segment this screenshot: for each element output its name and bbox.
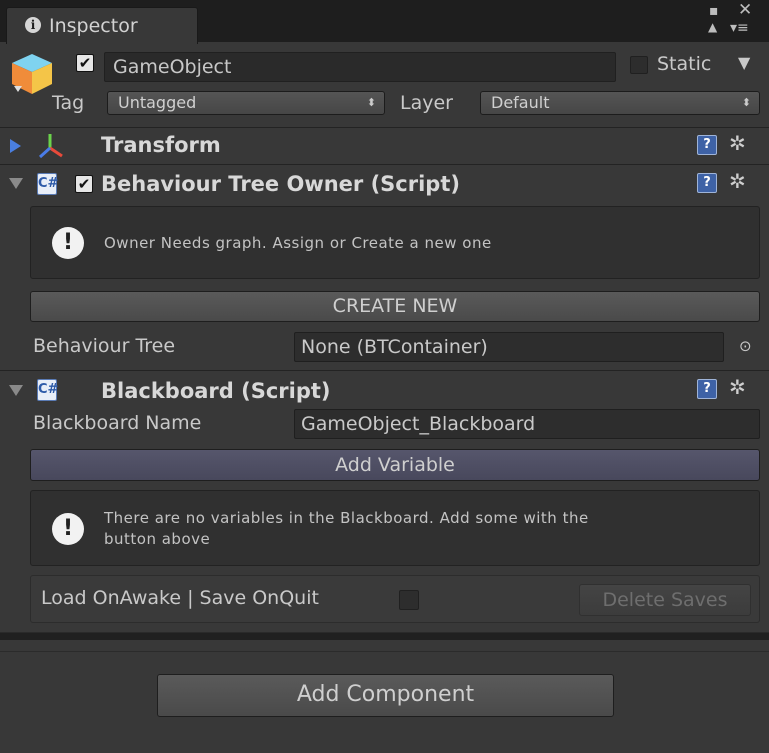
- add-variable-button[interactable]: Add Variable: [30, 449, 760, 481]
- help-box: ! Owner Needs graph. Assign or Create a …: [30, 206, 760, 279]
- close-icon[interactable]: ✕: [738, 0, 752, 20]
- static-checkbox[interactable]: [630, 56, 648, 74]
- info-icon: i: [25, 17, 41, 33]
- save-options-box: Load OnAwake | Save OnQuit Delete Saves: [30, 575, 760, 623]
- gameobject-cube-icon: [12, 54, 52, 94]
- lock-icon[interactable]: ▲: [708, 20, 717, 34]
- help-message: Owner Needs graph. Assign or Create a ne…: [104, 234, 492, 252]
- blackboard-component: C# Blackboard (Script) ? ✲ Blackboard Na…: [0, 371, 769, 629]
- divider: [0, 632, 769, 640]
- transform-title: Transform: [101, 133, 221, 157]
- chevron-updown-icon: ⬍: [741, 96, 751, 109]
- layer-label: Layer: [400, 92, 453, 114]
- tab-title: Inspector: [49, 15, 138, 37]
- component-enabled-checkbox[interactable]: ✔: [75, 175, 93, 193]
- static-dropdown-icon[interactable]: ▼: [738, 53, 750, 72]
- tab-inspector[interactable]: i Inspector: [6, 7, 198, 44]
- behaviour-tree-label: Behaviour Tree: [33, 335, 176, 357]
- foldout-expanded-icon[interactable]: [9, 178, 23, 189]
- foldout-collapsed-icon[interactable]: [10, 139, 21, 153]
- gameobject-name-field[interactable]: GameObject: [104, 52, 616, 82]
- warning-icon: !: [52, 513, 84, 545]
- help-icon[interactable]: ?: [697, 135, 717, 155]
- help-box: ! There are no variables in the Blackboa…: [30, 490, 760, 566]
- layer-dropdown[interactable]: Default ⬍: [480, 91, 760, 115]
- static-label: Static: [657, 53, 712, 75]
- behaviour-tree-owner-component: C# ✔ Behaviour Tree Owner (Script) ? ✲ !…: [0, 165, 769, 370]
- blackboard-title: Blackboard (Script): [101, 379, 331, 403]
- help-message-line-1: There are no variables in the Blackboard…: [104, 509, 589, 527]
- blackboard-name-field[interactable]: GameObject_Blackboard: [294, 409, 760, 439]
- context-menu-icon[interactable]: ▾≡: [730, 20, 749, 36]
- divider: [0, 651, 769, 652]
- delete-saves-button[interactable]: Delete Saves: [579, 584, 751, 616]
- gear-icon[interactable]: ✲: [729, 375, 746, 399]
- warning-icon: !: [52, 227, 84, 259]
- object-picker-icon[interactable]: ⊙: [739, 337, 752, 355]
- tab-bar: i Inspector ▪ ✕ ▲ ▾≡: [0, 0, 769, 44]
- bt-owner-title: Behaviour Tree Owner (Script): [101, 172, 460, 196]
- active-checkbox[interactable]: ✔: [76, 54, 94, 72]
- layer-value: Default: [491, 93, 550, 112]
- foldout-expanded-icon[interactable]: [9, 385, 23, 396]
- csharp-script-icon: C#: [37, 379, 58, 401]
- transform-component: Transform ? ✲: [0, 128, 769, 164]
- csharp-script-icon: C#: [37, 173, 58, 195]
- load-save-checkbox[interactable]: [399, 590, 419, 610]
- add-component-button[interactable]: Add Component: [157, 674, 614, 717]
- tag-value: Untagged: [118, 93, 197, 112]
- create-new-button[interactable]: CREATE NEW: [30, 291, 760, 322]
- tag-dropdown[interactable]: Untagged ⬍: [107, 91, 385, 115]
- help-message-line-2: button above: [104, 530, 211, 548]
- load-save-label: Load OnAwake | Save OnQuit: [41, 587, 319, 609]
- help-icon[interactable]: ?: [697, 173, 717, 193]
- chevron-updown-icon: ⬍: [366, 96, 376, 109]
- tag-label: Tag: [52, 92, 85, 114]
- gear-icon[interactable]: ✲: [729, 131, 746, 155]
- blackboard-name-label: Blackboard Name: [33, 412, 202, 434]
- transform-axes-icon: [38, 134, 63, 159]
- maximize-icon[interactable]: ▪: [709, 3, 719, 19]
- gameobject-header: ✔ GameObject Static ▼ Tag Untagged ⬍ Lay…: [0, 42, 769, 126]
- behaviour-tree-field[interactable]: None (BTContainer): [294, 332, 724, 362]
- help-icon[interactable]: ?: [697, 379, 717, 399]
- gear-icon[interactable]: ✲: [729, 169, 746, 193]
